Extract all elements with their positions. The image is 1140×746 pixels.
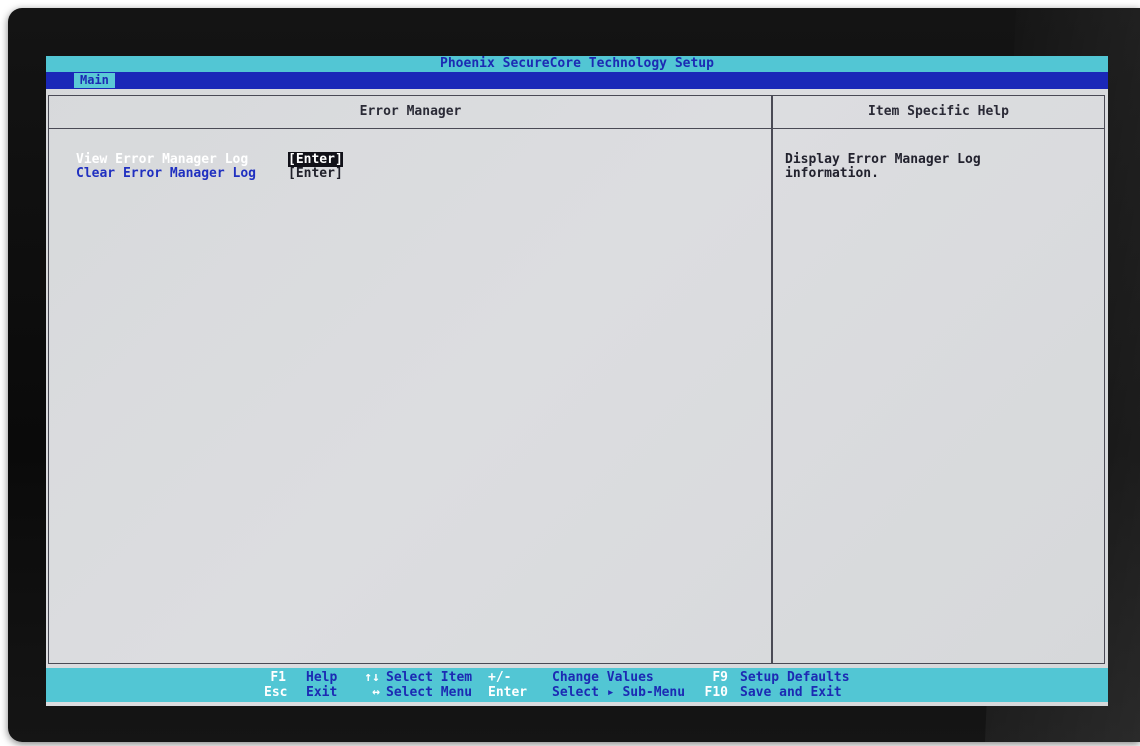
- help-panel: Item Specific Help Display Error Manager…: [771, 95, 1105, 664]
- clear-error-log-label: Clear Error Manager Log: [76, 166, 257, 181]
- setup-title: Phoenix SecureCore Technology Setup: [46, 56, 1108, 72]
- save-and-exit-desc: Save and Exit: [740, 685, 842, 700]
- f10-key: F10: [704, 685, 728, 700]
- menu-item-list: View Error Manager Log [Enter] Clear Err…: [76, 152, 343, 181]
- enter-key: Enter: [488, 685, 528, 700]
- view-error-log-item[interactable]: View Error Manager Log [Enter]: [76, 152, 343, 167]
- key-legend-row: F1 Help ↑↓ Select Item +/- Change Values…: [264, 670, 850, 685]
- up-down-arrow-icon: ↑↓: [364, 670, 380, 685]
- help-panel-heading: Item Specific Help: [773, 96, 1104, 129]
- main-panel: Error Manager View Error Manager Log [En…: [48, 95, 773, 664]
- exit-desc: Exit: [306, 685, 338, 700]
- view-error-log-value[interactable]: [Enter]: [288, 152, 343, 167]
- select-submenu-desc: Select ▸ Sub-Menu: [552, 685, 686, 700]
- photo-frame: Phoenix SecureCore Technology Setup Main…: [0, 0, 1140, 746]
- menu-bar: Main: [46, 72, 1108, 89]
- setup-defaults-desc: Setup Defaults: [740, 670, 850, 685]
- tab-main[interactable]: Main: [74, 73, 115, 88]
- key-legend: F1 Help ↑↓ Select Item +/- Change Values…: [264, 670, 850, 700]
- key-legend-row: Esc Exit ↔ Select Menu Enter Select ▸ Su…: [264, 685, 850, 700]
- help-text-line: information.: [785, 166, 879, 181]
- select-item-desc: Select Item: [386, 670, 473, 685]
- clear-error-log-item[interactable]: Clear Error Manager Log [Enter]: [76, 167, 343, 181]
- f1-key: F1: [270, 670, 286, 685]
- key-legend-bar: F1 Help ↑↓ Select Item +/- Change Values…: [46, 668, 1108, 702]
- bios-screen: Phoenix SecureCore Technology Setup Main…: [46, 56, 1108, 706]
- f9-key: F9: [712, 670, 728, 685]
- help-text: Display Error Manager Log information.: [785, 153, 1085, 181]
- select-menu-desc: Select Menu: [386, 685, 473, 700]
- change-values-desc: Change Values: [552, 670, 654, 685]
- view-error-log-enter[interactable]: [Enter]: [288, 152, 343, 167]
- help-desc: Help: [306, 670, 338, 685]
- main-panel-heading: Error Manager: [49, 96, 772, 129]
- help-text-line: Display Error Manager Log: [785, 152, 981, 167]
- clear-error-log-value[interactable]: [Enter]: [288, 167, 343, 181]
- view-error-log-label: View Error Manager Log: [76, 152, 249, 167]
- esc-key: Esc: [264, 685, 288, 700]
- plus-minus-key: +/-: [488, 670, 512, 685]
- left-right-arrow-icon: ↔: [372, 685, 380, 700]
